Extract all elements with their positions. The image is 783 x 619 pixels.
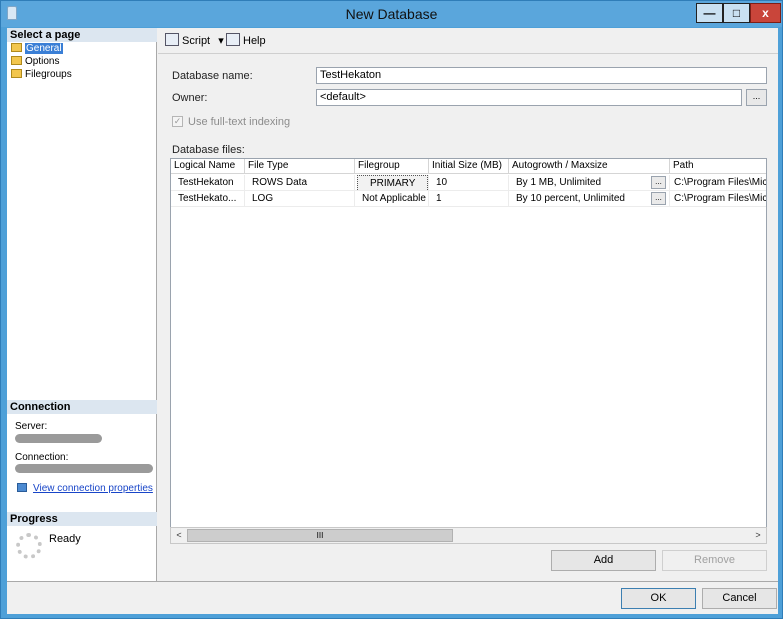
owner-input[interactable]: <default> [316,89,742,106]
help-button[interactable]: Help [226,33,266,47]
close-button[interactable]: x [750,3,781,23]
cell-initial-size[interactable]: 1 [429,191,509,207]
dialog-client-area: Select a page General Options Filegroups… [7,28,778,614]
script-button[interactable]: Script ▾ [165,33,224,47]
column-header-path[interactable]: Path [670,159,766,174]
page-item-label: Options [25,56,60,67]
database-name-input[interactable]: TestHekaton [316,67,767,84]
filegroup-value[interactable]: PRIMARY [357,175,428,190]
grid-header: Logical Name File Type Filegroup Initial… [171,159,766,174]
table-row[interactable]: TestHekaton ROWS Data PRIMARY 10 By 1 MB… [171,175,766,191]
cell-path[interactable]: C:\Program Files\Micro [670,175,766,191]
owner-browse-button[interactable]: ... [746,89,767,106]
autogrowth-value: By 1 MB, Unlimited [516,177,602,188]
fulltext-checkbox[interactable]: ✓ [172,116,183,127]
connection-properties-icon [17,483,27,492]
select-page-header: Select a page [7,28,157,42]
server-value-redacted [15,434,102,443]
cell-filegroup[interactable]: Not Applicable [355,191,429,207]
owner-label: Owner: [172,92,208,104]
cell-autogrowth[interactable]: By 10 percent, Unlimited ... [509,191,670,207]
column-header-logical-name[interactable]: Logical Name [171,159,245,174]
help-label: Help [243,35,266,47]
title-bar[interactable]: New Database — □ x [1,1,782,27]
toolbar: Script ▾ Help [158,28,778,53]
page-icon [11,56,22,65]
cell-autogrowth[interactable]: By 1 MB, Unlimited ... [509,175,670,191]
table-row[interactable]: TestHekato... LOG Not Applicable 1 By 10… [171,191,766,207]
new-database-window: New Database — □ x Select a page General… [0,0,783,619]
scroll-left-arrow-icon[interactable]: < [172,529,186,542]
server-label: Server: [15,421,48,432]
progress-spinner-icon [16,533,42,559]
connection-header: Connection [7,400,157,414]
connection-label: Connection: [15,452,69,463]
page-icon [11,69,22,78]
page-item-options[interactable]: Options [11,56,59,68]
autogrowth-edit-button[interactable]: ... [651,176,666,189]
fulltext-label: Use full-text indexing [188,116,291,128]
cell-logical-name[interactable]: TestHekato... [171,191,245,207]
page-icon [11,43,22,52]
footer-divider [7,581,778,582]
cell-path[interactable]: C:\Program Files\Micro [670,191,766,207]
database-files-label: Database files: [172,144,245,156]
help-icon [226,33,240,46]
cell-file-type[interactable]: LOG [245,191,355,207]
left-panel: Select a page General Options Filegroups… [7,28,157,581]
progress-header: Progress [7,512,157,526]
page-item-general[interactable]: General [11,43,63,55]
ok-button[interactable]: OK [621,588,696,609]
connection-value-redacted [15,464,153,473]
cell-file-type[interactable]: ROWS Data [245,175,355,191]
cell-logical-name[interactable]: TestHekaton [171,175,245,191]
window-title: New Database [345,6,438,22]
add-button[interactable]: Add [551,550,656,571]
maximize-button[interactable]: □ [723,3,750,23]
script-label: Script [182,35,211,47]
remove-button[interactable]: Remove [662,550,767,571]
scroll-right-arrow-icon[interactable]: > [751,529,765,542]
progress-status: Ready [49,533,81,545]
page-item-label: Filegroups [25,69,72,80]
cell-filegroup[interactable]: PRIMARY [355,175,429,191]
view-connection-properties-link[interactable]: View connection properties [17,483,153,494]
column-header-file-type[interactable]: File Type [245,159,355,174]
toolbar-divider [158,53,778,54]
cancel-button[interactable]: Cancel [702,588,777,609]
horizontal-scrollbar[interactable]: < III > [170,527,767,544]
scroll-thumb[interactable]: III [187,529,453,542]
page-item-label: General [25,43,63,54]
column-header-filegroup[interactable]: Filegroup [355,159,429,174]
autogrowth-value: By 10 percent, Unlimited [516,193,625,204]
column-header-autogrowth[interactable]: Autogrowth / Maxsize [509,159,670,174]
script-dropdown-icon[interactable]: ▾ [218,35,224,47]
view-connection-properties-label: View connection properties [33,483,153,494]
script-icon [165,33,179,46]
column-header-initial-size[interactable]: Initial Size (MB) [429,159,509,174]
database-files-grid[interactable]: Logical Name File Type Filegroup Initial… [170,158,767,544]
cell-initial-size[interactable]: 10 [429,175,509,191]
database-name-label: Database name: [172,70,253,82]
autogrowth-edit-button[interactable]: ... [651,192,666,205]
page-item-filegroups[interactable]: Filegroups [11,69,72,81]
minimize-button[interactable]: — [696,3,723,23]
